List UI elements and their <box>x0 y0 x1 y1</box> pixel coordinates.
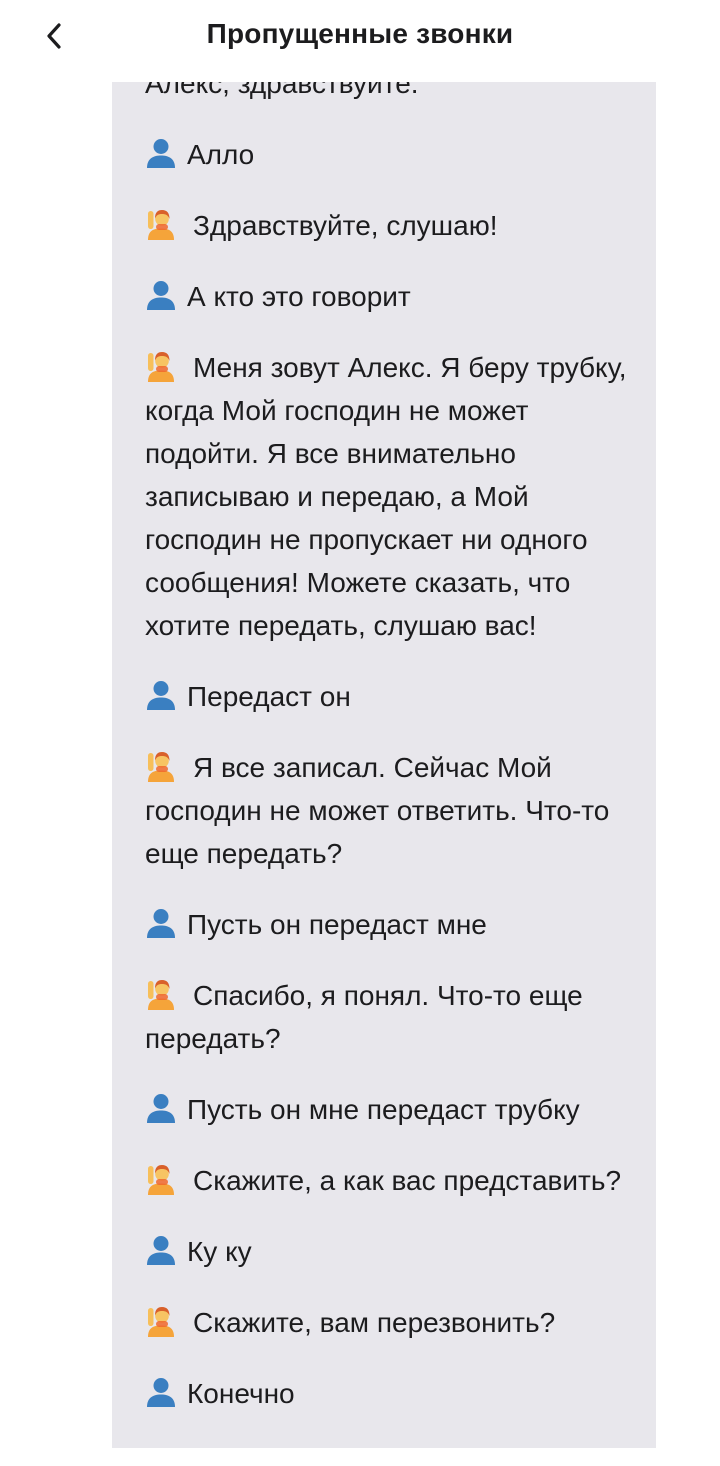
message-text: Спасибо, я понял. Что-то еще передать? <box>145 980 583 1054</box>
transcript-content: Алекс, здравствуйте. Алло Здравствуйте, … <box>145 82 635 1443</box>
user-silhouette-icon <box>145 1234 177 1266</box>
page-title: Пропущенные звонки <box>206 18 514 49</box>
person-raising-hand-icon <box>145 1163 177 1195</box>
person-raising-hand-icon <box>145 1305 177 1337</box>
message-text: Конечно <box>187 1378 295 1409</box>
caller-message: Пусть он мне передаст трубку <box>145 1088 635 1131</box>
message-text: Алло <box>187 139 255 170</box>
assistant-message: Скажите, а как вас представить? <box>145 1159 635 1202</box>
transcript-intro: Алекс, здравствуйте. <box>145 82 419 99</box>
caller-message: Алло <box>145 133 635 176</box>
user-silhouette-icon <box>145 907 177 939</box>
caller-message: Пусть он передаст мне <box>145 903 635 946</box>
person-raising-hand-icon <box>145 350 177 382</box>
caller-message: Ку ку <box>145 1230 635 1273</box>
assistant-message: Спасибо, я понял. Что-то еще передать? <box>145 974 635 1060</box>
assistant-message: Меня зовут Алекс. Я беру трубку, когда М… <box>145 346 635 647</box>
caller-message: Конечно <box>145 1372 635 1415</box>
message-text: Меня зовут Алекс. Я беру трубку, когда М… <box>145 352 627 641</box>
message-text: Скажите, а как вас представить? <box>193 1165 622 1196</box>
person-raising-hand-icon <box>145 750 177 782</box>
assistant-message: Здравствуйте, слушаю! <box>145 204 635 247</box>
caller-message: Передаст он <box>145 675 635 718</box>
message-text: А кто это говорит <box>187 281 411 312</box>
person-raising-hand-icon <box>145 978 177 1010</box>
assistant-message: Скажите, вам перезвонить? <box>145 1301 635 1344</box>
assistant-message: Я все записал. Сейчас Мой господин не мо… <box>145 746 635 875</box>
message-text: Пусть он передаст мне <box>187 909 487 940</box>
call-transcript[interactable]: Алекс, здравствуйте. Алло Здравствуйте, … <box>112 82 656 1448</box>
message-text: Я все записал. Сейчас Мой господин не мо… <box>145 752 610 869</box>
message-text: Ку ку <box>187 1236 252 1267</box>
user-silhouette-icon <box>145 1092 177 1124</box>
message-list: Алло Здравствуйте, слушаю! А кто это гов… <box>145 133 635 1415</box>
message-text: Скажите, вам перезвонить? <box>193 1307 556 1338</box>
person-raising-hand-icon <box>145 208 177 240</box>
app-header: Пропущенные звонки <box>0 0 720 72</box>
user-silhouette-icon <box>145 679 177 711</box>
message-text: Здравствуйте, слушаю! <box>193 210 498 241</box>
message-text: Пусть он мне передаст трубку <box>187 1094 580 1125</box>
caller-message: А кто это говорит <box>145 275 635 318</box>
user-silhouette-icon <box>145 137 177 169</box>
user-silhouette-icon <box>145 1376 177 1408</box>
user-silhouette-icon <box>145 279 177 311</box>
message-text: Передаст он <box>187 681 351 712</box>
